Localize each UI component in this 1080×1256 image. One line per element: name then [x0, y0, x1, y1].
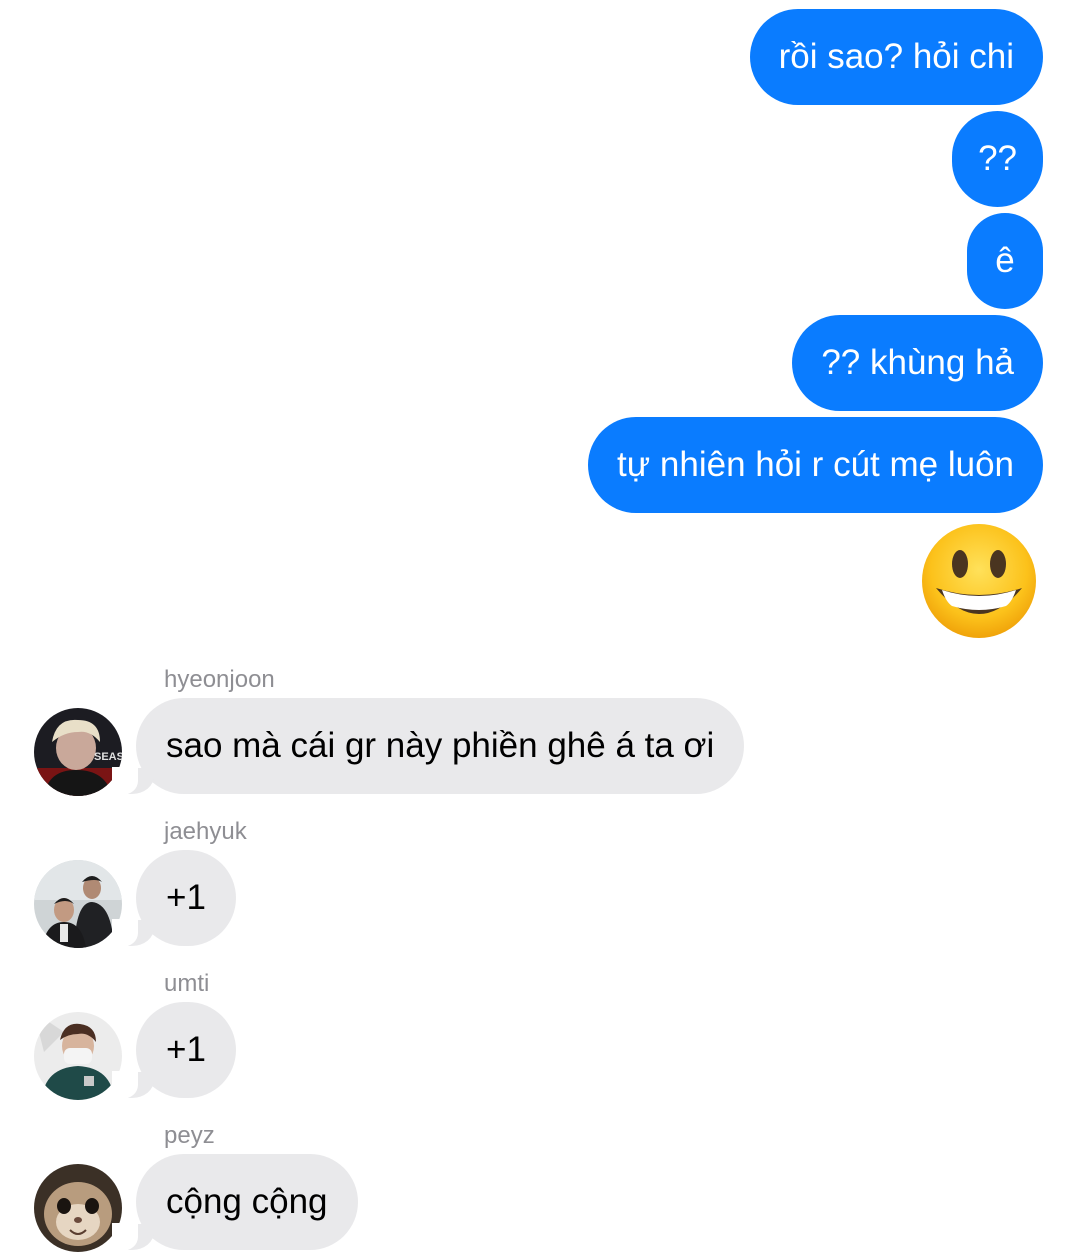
incoming-message[interactable]: +1 [112, 850, 236, 947]
incoming-message[interactable]: cộng cộng [112, 1154, 358, 1251]
message-text: +1 [166, 1030, 206, 1069]
message-text: cộng cộng [166, 1182, 328, 1221]
avatar[interactable] [34, 1012, 122, 1100]
sender-name: umti [164, 970, 210, 997]
message-text: ?? khùng hả [821, 343, 1014, 382]
sender-name: peyz [164, 1122, 215, 1149]
message-text: rồi sao? hỏi chi [778, 37, 1014, 76]
svg-text:SEASO: SEASO [94, 751, 122, 763]
incoming-message[interactable]: +1 [112, 1002, 236, 1099]
sender-name: jaehyuk [164, 818, 247, 845]
outgoing-message[interactable]: ?? [952, 111, 1043, 207]
sender-name: hyeonjoon [164, 666, 275, 693]
message-thread: rồi sao? hỏi chi ?? ê ?? khùng hả tự nhi… [0, 0, 1080, 1256]
incoming-message[interactable]: sao mà cái gr này phiền ghê á ta ơi [111, 698, 745, 795]
avatar[interactable]: SEASO [34, 708, 122, 796]
message-text: tự nhiên hỏi r cút mẹ luôn [617, 445, 1014, 484]
outgoing-message[interactable]: tự nhiên hỏi r cút mẹ luôn [588, 417, 1043, 513]
message-text: ?? [978, 139, 1017, 178]
message-text: +1 [166, 878, 206, 917]
outgoing-message[interactable]: ê [967, 213, 1043, 309]
message-text: ê [995, 241, 1015, 280]
smiling-face-emoji-icon[interactable] [920, 522, 1038, 640]
message-text: sao mà cái gr này phiền ghê á ta ơi [166, 726, 715, 765]
avatar[interactable] [34, 1164, 122, 1252]
outgoing-message[interactable]: rồi sao? hỏi chi [749, 9, 1043, 105]
avatar[interactable] [34, 860, 122, 948]
outgoing-message[interactable]: ?? khùng hả [792, 315, 1043, 411]
